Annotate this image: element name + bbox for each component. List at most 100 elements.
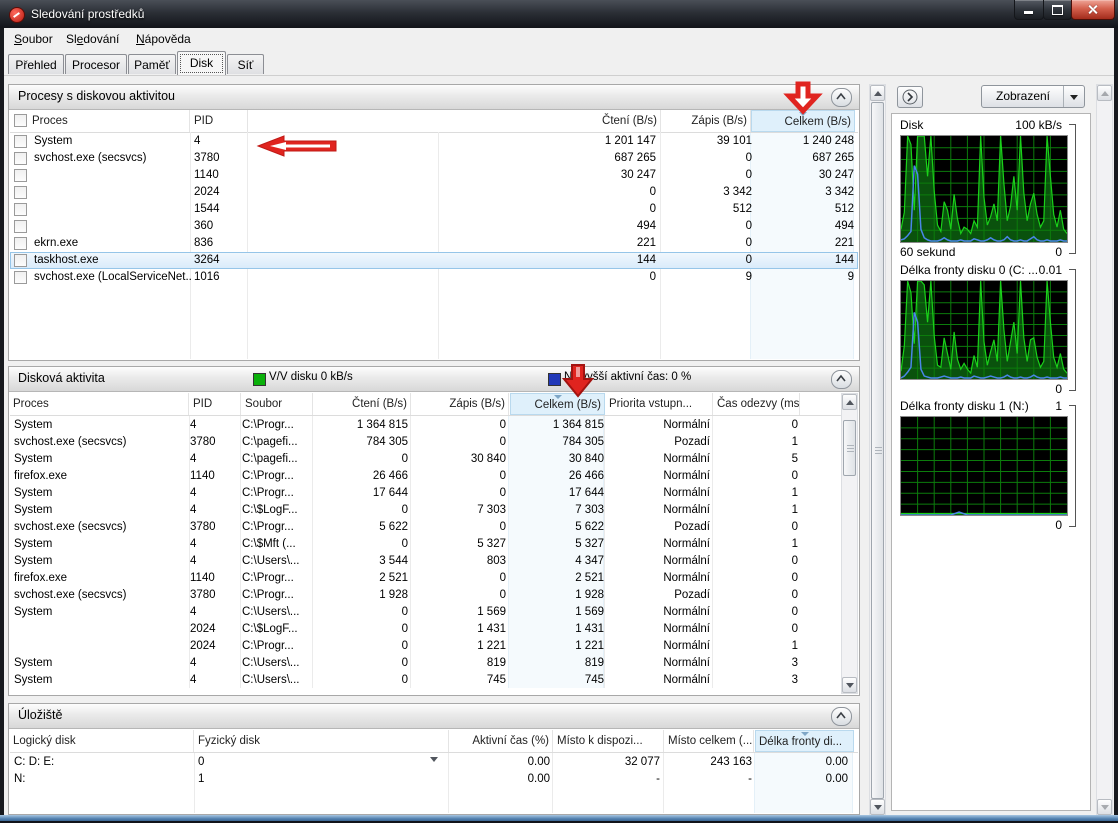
col-zapis[interactable]: Zápis (B/s) <box>662 110 751 132</box>
process-row[interactable]: ekrn.exe8362210221 <box>10 235 858 252</box>
col-cteni[interactable]: Čtení (B/s) <box>314 393 411 415</box>
scroll-up-button[interactable] <box>842 394 857 410</box>
collapse-button[interactable] <box>831 88 852 107</box>
processes-panel: Procesy s diskovou aktivitou Proces PID … <box>8 84 860 361</box>
activity-row[interactable]: svchost.exe (secsvcs)3780C:\pagefi...784… <box>10 434 840 451</box>
title-bar[interactable]: Sledování prostředků <box>0 0 1118 28</box>
activity-row[interactable]: System4C:\Users\...0819819Normální3 <box>10 655 840 672</box>
cell-logical-disk: N: <box>14 771 194 788</box>
row-checkbox[interactable] <box>14 186 27 199</box>
activity-row[interactable]: svchost.exe (secsvcs)3780C:\Progr...1 92… <box>10 587 840 604</box>
col-zapis[interactable]: Zápis (B/s) <box>412 393 509 415</box>
collapse-button[interactable] <box>831 707 852 726</box>
col-logicky-disk[interactable]: Logický disk <box>10 730 194 752</box>
row-checkbox[interactable] <box>14 254 27 267</box>
activity-row[interactable]: svchost.exe (secsvcs)3780C:\Progr...5 62… <box>10 519 840 536</box>
cell-response-time: 0 <box>714 468 798 485</box>
col-aktivni-cas[interactable]: Aktivní čas (%) <box>450 730 553 752</box>
tab-prehled[interactable]: Přehled <box>8 54 64 74</box>
right-scrollbar[interactable] <box>1096 84 1113 816</box>
col-cteni[interactable]: Čtení (B/s) <box>440 110 661 132</box>
col-fyzicky-disk[interactable]: Fyzický disk <box>195 730 449 752</box>
activity-row[interactable]: System4C:\Users\...0745745Normální3 <box>10 672 840 689</box>
process-row[interactable]: taskhost.exe32641440144 <box>10 252 858 269</box>
row-checkbox[interactable] <box>14 152 27 165</box>
activity-row[interactable]: firefox.exe1140C:\Progr...26 466026 466N… <box>10 468 840 485</box>
cell-write: 3 342 <box>662 184 752 201</box>
activity-row[interactable]: 2024C:\Progr...01 2211 221Normální1 <box>10 638 840 655</box>
cell-process: System <box>14 502 186 519</box>
storage-row[interactable]: N:10.00--0.00 <box>10 771 858 788</box>
col-priorita[interactable]: Priorita vstupn... <box>606 393 713 415</box>
views-button[interactable]: Zobrazení <box>981 85 1085 108</box>
process-row[interactable]: 114030 247030 247 <box>10 167 858 184</box>
row-checkbox[interactable] <box>14 135 27 148</box>
col-pid[interactable]: PID <box>191 110 248 132</box>
cell-process: System <box>14 604 186 621</box>
scrollbar-thumb[interactable] <box>843 420 856 476</box>
scroll-up-button[interactable] <box>870 85 885 101</box>
col-misto-k-dispozici[interactable]: Místo k dispozi... <box>554 730 664 752</box>
row-checkbox[interactable] <box>14 169 27 182</box>
col-pid[interactable]: PID <box>190 393 241 415</box>
close-button[interactable] <box>1071 0 1115 20</box>
menu-soubor[interactable]: Soubor <box>8 30 59 48</box>
window: Sledování prostředků Soubor Sledování Ná… <box>0 0 1118 823</box>
scroll-down-button[interactable] <box>870 799 885 815</box>
row-checkbox[interactable] <box>14 237 27 250</box>
scroll-down-icon[interactable] <box>430 757 438 762</box>
activity-row[interactable]: firefox.exe1140C:\Progr...2 52102 521Nor… <box>10 570 840 587</box>
row-checkbox[interactable] <box>14 203 27 216</box>
col-proces[interactable]: Proces <box>10 393 189 415</box>
cell-total: 221 <box>754 235 854 252</box>
menu-sledovani[interactable]: Sledování <box>60 30 125 48</box>
scrollbar-thumb[interactable] <box>871 102 884 799</box>
graph3-min: 0 <box>1055 518 1062 532</box>
activity-row[interactable]: System4C:\Users\...01 5691 569Normální0 <box>10 604 840 621</box>
processes-column-header: Proces PID Čtení (B/s) Zápis (B/s) Celke… <box>10 110 858 133</box>
activity-row[interactable]: 2024C:\$LogF...01 4311 431Normální0 <box>10 621 840 638</box>
menu-bar: Soubor Sledování Nápověda <box>4 28 1114 51</box>
tab-procesor[interactable]: Procesor <box>65 54 127 74</box>
header-checkbox[interactable] <box>14 114 27 127</box>
main-scrollbar[interactable] <box>869 84 886 816</box>
activity-row[interactable]: System4C:\Progr...17 644017 644Normální1 <box>10 485 840 502</box>
collapse-button[interactable] <box>831 370 852 389</box>
row-checkbox[interactable] <box>14 271 27 284</box>
scroll-down-button[interactable] <box>1097 799 1112 815</box>
process-row[interactable]: svchost.exe (LocalServiceNet...1016099 <box>10 269 858 286</box>
cell-write: 30 840 <box>412 451 506 468</box>
col-delka-fronty-sorted[interactable]: Délka fronty di... <box>755 730 854 752</box>
process-row[interactable]: 15440512512 <box>10 201 858 218</box>
menu-napoveda[interactable]: Nápověda <box>130 30 197 48</box>
scroll-up-button[interactable] <box>1097 85 1112 101</box>
col-soubor[interactable]: Soubor <box>242 393 313 415</box>
activity-row[interactable]: System4C:\$Mft (...05 3275 327Normální1 <box>10 536 840 553</box>
activity-scrollbar[interactable] <box>841 393 858 694</box>
process-row[interactable]: 3604940494 <box>10 218 858 235</box>
cell-process <box>34 218 192 235</box>
expand-panel-button[interactable] <box>897 86 923 108</box>
minimize-button[interactable] <box>1014 0 1044 20</box>
maximize-button[interactable] <box>1043 0 1072 20</box>
process-row[interactable]: 202403 3423 342 <box>10 184 858 201</box>
tab-sit[interactable]: Síť <box>227 54 264 74</box>
disk-io-legend: V/V disku 0 kB/s <box>269 371 353 383</box>
tab-disk[interactable]: Disk <box>177 51 226 75</box>
activity-row[interactable]: System4C:\Progr...1 364 81501 364 815Nor… <box>10 417 840 434</box>
tab-pamet[interactable]: Paměť <box>128 54 176 74</box>
cell-response-time: 1 <box>714 485 798 502</box>
col-cas-odezvy[interactable]: Čas odezvy (ms) <box>714 393 800 415</box>
cell-write: 0 <box>662 150 752 167</box>
process-row[interactable]: System41 201 14739 1011 240 248 <box>10 133 858 150</box>
col-misto-celkem[interactable]: Místo celkem (... <box>665 730 754 752</box>
activity-row[interactable]: System4C:\pagefi...030 84030 840Normální… <box>10 451 840 468</box>
scroll-down-button[interactable] <box>842 677 857 693</box>
views-dropdown-arrow[interactable] <box>1063 86 1084 107</box>
activity-row[interactable]: System4C:\Users\...3 5448034 347Normální… <box>10 553 840 570</box>
activity-row[interactable]: System4C:\$LogF...07 3037 303Normální1 <box>10 502 840 519</box>
col-proces[interactable]: Proces <box>10 110 190 132</box>
process-row[interactable]: svchost.exe (secsvcs)3780687 2650687 265 <box>10 150 858 167</box>
cell-process: ekrn.exe <box>34 235 192 252</box>
row-checkbox[interactable] <box>14 220 27 233</box>
